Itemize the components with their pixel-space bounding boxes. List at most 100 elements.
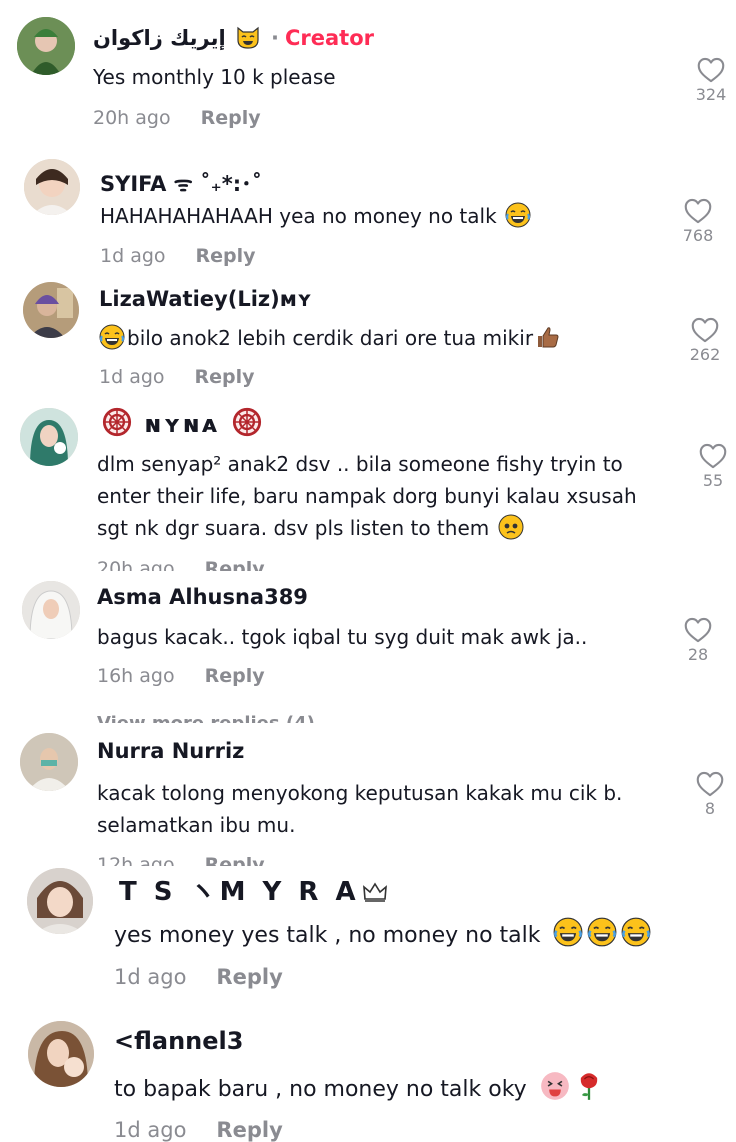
comment-time: 20h ago [97,558,175,571]
creator-badge: Creator [284,26,374,50]
comment-item: <flannel3 to bapak baru , no money no ta… [0,1012,736,1142]
comment-text: HAHAHAHAHAAH yea no money no talk [100,200,533,232]
like-count: 8 [704,799,716,818]
like-button[interactable]: 768 [673,198,723,245]
heart-icon [697,57,725,83]
comment-text-line: dlm senyap² anak2 dsv .. bila someone fi… [97,452,623,476]
tears-of-joy-icon [553,917,583,947]
tears-of-joy-icon [621,917,651,947]
username[interactable]: LizaWatiey(Liz)ᴍʏ [99,287,312,311]
view-more-replies[interactable]: View more replies (4) [97,713,315,723]
comment-text-content: sgt nk dgr suara. dsv pls listen to them [97,516,490,540]
comment-text-line: sgt nk dgr suara. dsv pls listen to them [97,512,526,544]
smiling-cat-icon [235,24,261,50]
flower-icon [232,407,262,437]
like-button[interactable]: 324 [686,57,736,104]
comment-item: Nurra Nurriz kacak tolong menyokong kepu… [0,723,736,866]
username[interactable]: T S ヽM Y R A [119,871,390,908]
comment-time: 1d ago [114,965,187,989]
comment-meta: 20h ago Reply [97,558,265,571]
comment-time: 12h ago [97,854,175,866]
reply-button[interactable]: Reply [195,366,255,388]
comment-text: yes money yes talk , no money no talk [114,917,653,952]
username-text[interactable]: ɴʏɴᴀ [144,410,219,438]
like-count: 768 [682,226,714,245]
avatar[interactable] [22,581,80,639]
username[interactable]: Nurra Nurriz [97,739,244,763]
reply-button[interactable]: Reply [205,558,265,571]
username[interactable]: ɴʏɴᴀ [100,407,264,438]
comment-item: ɴʏɴᴀ dlm senyap² anak2 dsv .. bila someo… [0,399,736,571]
tears-of-joy-icon [505,202,531,228]
avatar[interactable] [20,733,78,791]
comment-meta: 1d ago Reply [114,965,283,989]
tears-of-joy-icon [99,324,125,350]
username-text[interactable]: إيريك زاكوان [93,26,226,50]
crown-icon [362,879,388,905]
avatar[interactable] [20,408,78,466]
comment-meta: 16h ago Reply [97,665,265,687]
reply-button[interactable]: Reply [216,965,282,989]
comment-time: 16h ago [97,665,175,687]
comment-text: to bapak baru , no money no talk oky [114,1071,606,1106]
reply-button[interactable]: Reply [196,245,256,267]
avatar[interactable] [23,282,79,338]
like-button[interactable]: 55 [688,443,736,490]
like-count: 262 [689,345,721,364]
heart-icon [691,317,719,343]
avatar[interactable] [24,159,80,215]
comment-time: 1d ago [99,366,165,388]
like-button[interactable]: 8 [685,771,735,818]
comment-text: bilo anok2 lebih cerdik dari ore tua mik… [99,322,563,354]
avatar[interactable] [27,868,93,934]
tears-of-joy-icon [587,917,617,947]
comment-meta: 12h ago Reply [97,854,265,866]
flower-icon [102,407,132,437]
username[interactable]: <flannel3 [114,1027,243,1055]
separator-dot: · [271,26,279,50]
like-button[interactable]: 262 [680,317,730,364]
comment-meta: 20h ago Reply [93,107,261,129]
reply-button[interactable]: Reply [201,107,261,129]
username-text[interactable]: T S ヽM Y R A [119,877,360,907]
comment-text: bagus kacak.. tgok iqbal tu syg duit mak… [97,625,588,649]
comment-text-line: enter their life, baru nampak dorg bunyi… [97,484,637,508]
reply-button[interactable]: Reply [205,665,265,687]
comment-time: 1d ago [114,1118,187,1142]
like-count: 324 [695,85,727,104]
heart-icon [684,617,712,643]
comment-meta: 1d ago Reply [114,1118,283,1142]
pleading-face-icon [498,514,524,540]
avatar[interactable] [17,17,75,75]
comment-item: Asma Alhusna389 bagus kacak.. tgok iqbal… [0,571,736,723]
reply-button[interactable]: Reply [216,1118,282,1142]
comment-item: SYIFA ᯤ ˚₊*:･˚ HAHAHAHAHAAH yea no money… [0,140,736,277]
comment-text-content: yes money yes talk , no money no talk [114,923,541,948]
heart-icon [684,198,712,224]
comment-text-line: kacak tolong menyokong keputusan kakak m… [97,781,623,805]
comment-item: إيريك زاكوان · Creator Yes monthly 10 k p… [0,0,736,140]
username[interactable]: SYIFA ᯤ ˚₊*:･˚ [100,168,262,198]
comment-text: Yes monthly 10 k please [93,65,336,89]
heart-icon [696,771,724,797]
like-button[interactable]: 28 [673,617,723,664]
comment-text-content: HAHAHAHAHAAH yea no money no talk [100,204,497,228]
comment-text-content: bilo anok2 lebih cerdik dari ore tua mik… [127,326,534,350]
like-count: 55 [702,471,724,490]
comment-time: 1d ago [100,245,166,267]
comment-meta: 1d ago Reply [100,245,256,267]
comment-item: T S ヽM Y R A yes money yes talk , no mon… [0,866,736,1012]
comment-meta: 1d ago Reply [99,366,255,388]
reply-button[interactable]: Reply [205,854,265,866]
like-count: 28 [687,645,709,664]
heart-icon [699,443,727,469]
thumbs-up-icon [535,324,561,350]
username[interactable]: Asma Alhusna389 [97,585,308,609]
comment-text-line: selamatkan ibu mu. [97,813,296,837]
username[interactable]: إيريك زاكوان · Creator [93,24,374,50]
comment-item: LizaWatiey(Liz)ᴍʏ bilo anok2 lebih cerdi… [0,277,736,399]
comment-text-content: to bapak baru , no money no talk oky [114,1077,527,1102]
tongue-out-icon [540,1071,570,1101]
rose-icon [574,1071,604,1101]
avatar[interactable] [28,1021,94,1087]
